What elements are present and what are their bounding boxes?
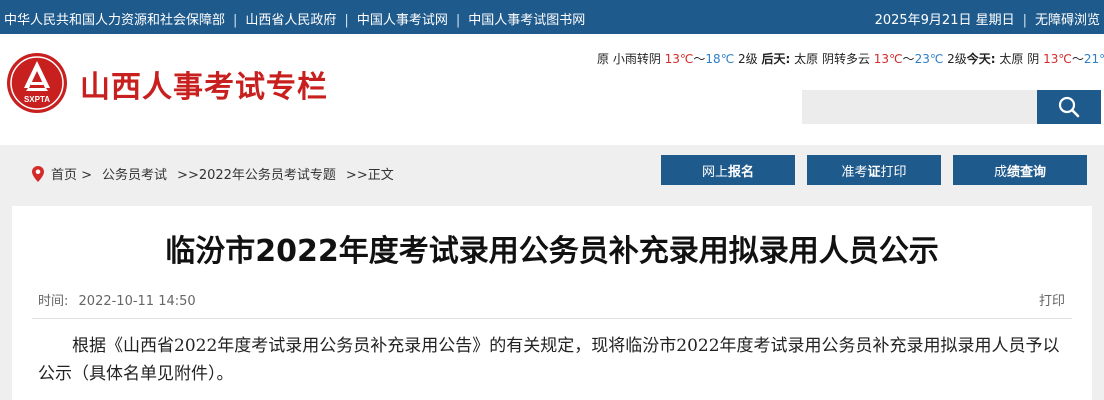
weather-ticker: 原 小雨转阴 13℃～18℃ 2级 后天: 太原 阴转多云 13℃～23℃ 2级… [597, 50, 1104, 70]
search-button[interactable] [1037, 90, 1101, 124]
breadcrumb-current: >>正文 [345, 168, 394, 183]
location-pin-icon [32, 165, 44, 182]
article-meta: 时间: 2022-10-11 14:50 [38, 290, 196, 309]
article-title: 临汾市2022年度考试录用公务员补充录用拟录用人员公示 [165, 234, 939, 269]
print-link[interactable]: 打印 [1039, 290, 1065, 309]
article-body: 根据《山西省2022年度考试录用公务员补充录用公告》的有关规定，现将临汾市202… [38, 336, 1060, 384]
search-icon [1058, 96, 1080, 118]
button-label: 成 [993, 164, 1007, 180]
breadcrumb: 首页 > 公务员考试 >>2022年公务员考试专题 >>正文 [31, 164, 400, 183]
weather-seg2-cond: 阴转多云 [821, 52, 870, 66]
online-register-button[interactable]: 网上 报名 [661, 155, 795, 185]
button-label-bold: 证 [867, 164, 881, 180]
separator: | [344, 13, 349, 28]
weather-seg2-high: 13℃ [873, 52, 903, 66]
site-title[interactable]: 山西人事考试专栏 [80, 62, 328, 106]
current-date: 2025年9月21日 星期日 [874, 13, 1015, 28]
button-label-bold: 报名 [728, 164, 755, 180]
button-label-bold: 绩查询 [1007, 164, 1047, 180]
top-right: 2025年9月21日 星期日 | 无障碍浏览 [875, 9, 1100, 28]
button-label: 打印 [880, 164, 907, 180]
weather-seg2-city: 太原 [794, 52, 819, 66]
article-card: 临汾市2022年度考试录用公务员补充录用拟录用人员公示 时间: 2022-10-… [12, 206, 1092, 400]
weather-seg1-text: 原 小雨转阴 [597, 52, 661, 66]
weather-seg1-low: 18℃ [705, 52, 735, 66]
weather-seg3-high: 13℃ [1043, 52, 1072, 66]
breadcrumb-civil-service[interactable]: 公务员考试 [102, 164, 167, 183]
button-label: 网上 [701, 164, 728, 180]
search-input[interactable] [802, 90, 1038, 124]
top-links: 中华人民共和国人力资源和社会保障部 | 山西省人民政府 | 中国人事考试网 | 中国人事考试… [4, 9, 585, 28]
separator: | [455, 13, 461, 28]
separator: | [233, 13, 238, 28]
header: SXPTA 山西人事考试专栏 原 小雨转阴 13℃～18℃ 2级 后天: 太原 … [0, 34, 1104, 145]
weather-seg3-low: 21℃ [1083, 52, 1104, 66]
admit-card-print-button[interactable]: 准考证打印 [807, 155, 941, 185]
logo-abbr: SXPTA [24, 95, 50, 104]
top-bar: 中华人民共和国人力资源和社会保障部 | 山西省人民政府 | 中国人事考试网 | 中国人事考试… [0, 0, 1104, 34]
weather-seg1-high: 13℃ [664, 52, 694, 66]
weather-seg3-day: 今天: [966, 52, 996, 66]
weather-seg2-low: 23℃ [914, 52, 944, 66]
weather-seg2-day: 后天: [761, 52, 791, 66]
divider [32, 318, 1072, 319]
link-shanxi-gov[interactable]: 山西省人民政府 [245, 9, 336, 28]
breadcrumb-2022-topic[interactable]: >>2022年公务员考试专题 [177, 164, 336, 183]
button-label: 准考 [841, 164, 868, 180]
link-cpta-books[interactable]: 中国人事考试图书网 [468, 9, 585, 28]
link-mohrss[interactable]: 中华人民共和国人力资源和社会保障部 [4, 9, 225, 28]
publish-time: 2022-10-11 14:50 [78, 294, 196, 309]
accessibility-link[interactable]: 无障碍浏览 [1035, 13, 1100, 28]
weather-tilde: ～ [693, 52, 706, 66]
sxpta-logo-icon[interactable]: SXPTA [6, 52, 68, 114]
weather-seg2-wind: 2级 [947, 52, 967, 66]
link-cpta[interactable]: 中国人事考试网 [357, 9, 448, 28]
weather-seg1-wind: 2级 [738, 52, 758, 66]
weather-tilde: ～ [1071, 52, 1084, 66]
breadcrumb-home[interactable]: 首页 > [51, 164, 92, 183]
separator: | [1022, 13, 1027, 28]
weather-tilde: ～ [902, 52, 915, 66]
score-query-button[interactable]: 成绩查询 [953, 155, 1087, 185]
time-label: 时间: [38, 294, 69, 309]
weather-seg3-cond: 阴 [1027, 52, 1040, 66]
weather-seg3-city: 太原 [999, 52, 1024, 66]
